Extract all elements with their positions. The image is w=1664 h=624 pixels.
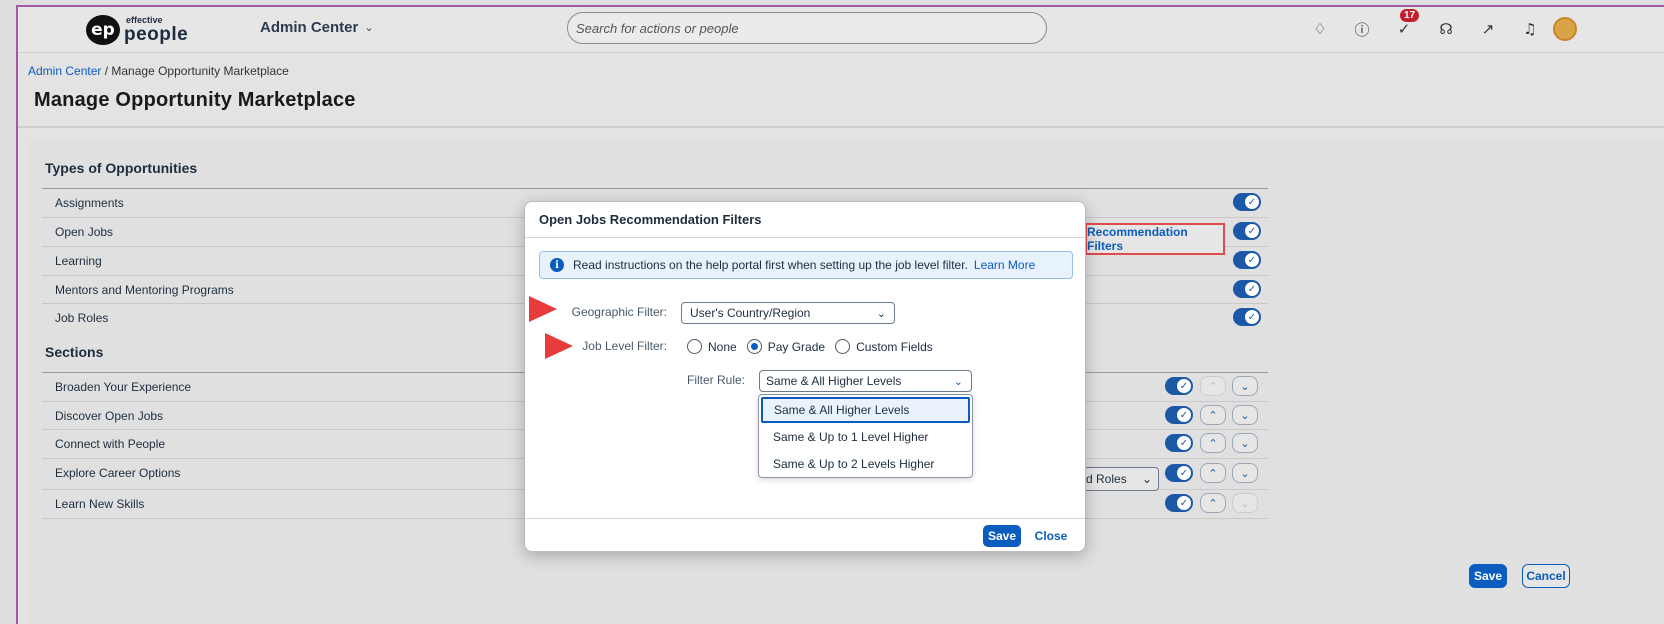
toggle-discover[interactable]: ✓ bbox=[1165, 406, 1193, 424]
chevron-down-icon: ⌄ bbox=[953, 374, 963, 388]
recommendation-filters-dialog: Open Jobs Recommendation Filters i Read … bbox=[524, 201, 1086, 552]
dialog-title: Open Jobs Recommendation Filters bbox=[539, 212, 762, 227]
red-arrow-annotation bbox=[529, 296, 557, 322]
check-icon: ✓ bbox=[1177, 379, 1191, 393]
radio-button[interactable] bbox=[687, 339, 702, 354]
check-icon: ✓ bbox=[1177, 496, 1191, 510]
dropdown-option[interactable]: Same & Up to 1 Level Higher bbox=[759, 424, 972, 450]
headset-icon[interactable]: ☊ bbox=[1436, 19, 1456, 39]
breadcrumb-separator: / bbox=[101, 64, 112, 78]
product-name: Admin Center bbox=[260, 19, 359, 36]
company-logo[interactable]: ep effective people bbox=[86, 15, 188, 45]
learn-more-link[interactable]: Learn More bbox=[974, 258, 1035, 272]
toggle-assignments[interactable]: ✓ bbox=[1233, 193, 1261, 211]
check-icon: ✓ bbox=[1245, 310, 1259, 324]
logo-big-text: people bbox=[124, 24, 189, 45]
chevron-down-icon: ⌄ bbox=[1141, 472, 1152, 486]
info-message-strip: i Read instructions on the help portal f… bbox=[539, 251, 1073, 279]
move-down-button[interactable]: ⌄ bbox=[1232, 405, 1258, 425]
breadcrumb-current: Manage Opportunity Marketplace bbox=[111, 64, 289, 78]
toggle-open-jobs[interactable]: ✓ bbox=[1233, 222, 1261, 240]
info-icon: i bbox=[550, 258, 564, 272]
move-up-button[interactable]: ⌃ bbox=[1200, 376, 1226, 396]
dialog-header-divider bbox=[525, 237, 1085, 238]
shell-icons: ♢ ⓘ ✓ 17 ☊ ↗ ♫ bbox=[1310, 9, 1540, 39]
toggle-broaden[interactable]: ✓ bbox=[1165, 377, 1193, 395]
move-up-button[interactable]: ⌃ bbox=[1200, 433, 1226, 453]
shell-bar: ep effective people Admin Center ⌄ Searc… bbox=[18, 7, 1664, 53]
move-up-button[interactable]: ⌃ bbox=[1200, 463, 1226, 483]
chevron-down-icon: ⌄ bbox=[876, 306, 886, 320]
move-down-button[interactable]: ⌄ bbox=[1232, 376, 1258, 396]
check-icon: ✓ bbox=[1245, 224, 1259, 238]
sections-heading: Sections bbox=[45, 344, 104, 360]
geo-filter-select[interactable]: User's Country/Region ⌄ bbox=[681, 302, 895, 324]
avatar[interactable] bbox=[1553, 17, 1577, 41]
toggle-mentors[interactable]: ✓ bbox=[1233, 280, 1261, 298]
check-icon: ✓ bbox=[1177, 408, 1191, 422]
page-title: Manage Opportunity Marketplace bbox=[34, 89, 356, 111]
types-heading: Types of Opportunities bbox=[45, 160, 198, 176]
save-button[interactable]: Save bbox=[1469, 564, 1507, 588]
chevron-down-icon: ⌄ bbox=[364, 22, 374, 34]
filter-rule-dropdown: Same & All Higher Levels Same & Up to 1 … bbox=[758, 394, 973, 478]
info-text: Read instructions on the help portal fir… bbox=[573, 258, 968, 272]
move-up-button[interactable]: ⌃ bbox=[1200, 405, 1226, 425]
filter-rule-label: Filter Rule: bbox=[686, 373, 745, 387]
product-switcher[interactable]: Admin Center ⌄ bbox=[260, 19, 374, 36]
todo-check-icon[interactable]: ✓ 17 bbox=[1394, 9, 1420, 39]
toggle-explore[interactable]: ✓ bbox=[1165, 464, 1193, 482]
notification-badge: 17 bbox=[1400, 9, 1420, 22]
toggle-learning[interactable]: ✓ bbox=[1233, 251, 1261, 269]
check-icon: ✓ bbox=[1177, 466, 1191, 480]
recommendation-filters-button[interactable]: Recommendation Filters bbox=[1085, 223, 1225, 255]
toggle-learn[interactable]: ✓ bbox=[1165, 494, 1193, 512]
logo-badge: ep bbox=[86, 15, 120, 45]
dialog-close-button[interactable]: Close bbox=[1031, 525, 1071, 547]
filter-rule-select[interactable]: Same & All Higher Levels ⌄ bbox=[759, 370, 972, 392]
radio-button[interactable] bbox=[746, 339, 762, 354]
toggle-connect[interactable]: ✓ bbox=[1165, 434, 1193, 452]
diamond-icon[interactable]: ♢ bbox=[1310, 19, 1330, 39]
explore-roles-select[interactable]: d Roles ⌄ bbox=[1081, 467, 1159, 491]
breadcrumb-link-admin-center[interactable]: Admin Center bbox=[28, 64, 101, 78]
radio-button[interactable] bbox=[835, 339, 851, 354]
check-icon: ✓ bbox=[1177, 436, 1191, 450]
move-down-button[interactable]: ⌄ bbox=[1232, 493, 1258, 513]
move-up-button[interactable]: ⌃ bbox=[1200, 493, 1226, 513]
radio-none[interactable]: None bbox=[687, 339, 737, 354]
dialog-footer-divider bbox=[525, 518, 1085, 519]
check-icon: ✓ bbox=[1245, 195, 1259, 209]
job-level-radio-group: None Pay Grade Custom Fields bbox=[687, 339, 935, 354]
geo-filter-label: Geographic Filter: bbox=[571, 305, 667, 319]
dialog-save-button[interactable]: Save bbox=[983, 525, 1021, 547]
move-down-button[interactable]: ⌄ bbox=[1232, 433, 1258, 453]
check-icon: ✓ bbox=[1245, 282, 1259, 296]
radio-pay-grade[interactable]: Pay Grade bbox=[746, 339, 825, 354]
help-icon[interactable]: ⓘ bbox=[1352, 19, 1372, 39]
dropdown-option[interactable]: Same & Up to 2 Levels Higher bbox=[759, 451, 972, 477]
search-input[interactable]: Search for actions or people bbox=[567, 12, 1047, 44]
dropdown-option[interactable]: Same & All Higher Levels bbox=[761, 397, 970, 423]
toggle-job-roles[interactable]: ✓ bbox=[1233, 308, 1261, 326]
radio-custom-fields[interactable]: Custom Fields bbox=[835, 339, 933, 354]
breadcrumb: Admin Center / Manage Opportunity Market… bbox=[28, 64, 289, 78]
check-icon: ✓ bbox=[1245, 253, 1259, 267]
bell-icon[interactable]: ♫ bbox=[1520, 19, 1540, 39]
link-icon[interactable]: ↗ bbox=[1478, 19, 1498, 39]
job-level-label: Job Level Filter: bbox=[582, 339, 667, 353]
move-down-button[interactable]: ⌄ bbox=[1232, 463, 1258, 483]
cancel-button[interactable]: Cancel bbox=[1522, 564, 1570, 588]
header-divider bbox=[18, 126, 1664, 128]
